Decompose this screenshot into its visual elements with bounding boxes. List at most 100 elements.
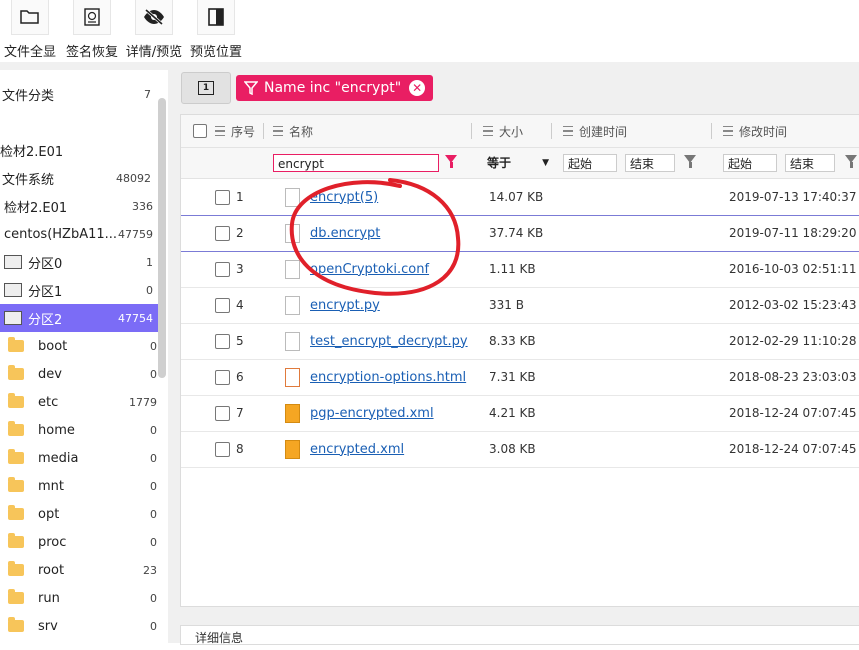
folder-open-icon [11,0,49,35]
sidebar-scrollbar[interactable] [158,98,166,378]
table-row[interactable]: 1 encrypt(5) 14.07 KB 2019-07-13 17:40:37 [181,179,859,216]
row-checkbox-cell[interactable]: 6 [215,359,244,395]
file-link[interactable]: encrypt.py [310,298,380,313]
column-separator[interactable] [263,123,264,139]
header-modified[interactable]: 修改时间 [723,115,787,147]
modified-end-input[interactable]: 结束 [785,154,835,172]
row-checkbox[interactable] [215,261,230,277]
created-end-input[interactable]: 结束 [625,154,675,172]
column-separator[interactable] [711,123,712,139]
row-checkbox[interactable] [215,405,230,421]
row-checkbox-cell[interactable]: 4 [215,287,244,323]
sidebar-item[interactable]: 分区1 0 [0,276,161,304]
header-size[interactable]: 大小 [483,115,523,147]
sidebar-item[interactable]: boot 0 [0,332,165,360]
row-checkbox-cell[interactable]: 8 [215,431,244,467]
signature-restore-button[interactable]: 签名恢复 [62,0,122,60]
table-row[interactable]: 4 encrypt.py 331 B 2012-03-02 15:23:43 [181,287,859,324]
row-size: 331 B [489,298,524,312]
sidebar-item-label: run [38,590,60,606]
sidebar-item-label: srv [38,618,58,634]
row-created: 2016-10-03 02:51:11 [729,262,857,276]
row-checkbox[interactable] [215,441,230,457]
sidebar-item[interactable]: 分区2 47754 [0,304,161,332]
table-row[interactable]: 6 encryption-options.html 7.31 KB 2018-08-2… [181,359,859,396]
name-filter-icon[interactable] [445,155,457,168]
header-index-label: 序号 [231,124,256,139]
modified-start-input[interactable]: 起始 [723,154,777,172]
page-button[interactable]: 1 [181,72,231,104]
folder-icon [8,337,24,352]
preview-position-button[interactable]: 预览位置 [186,0,246,60]
table-row[interactable]: 2 db.encrypt 37.74 KB 2019-07-11 18:29:20 [181,215,859,252]
row-checkbox[interactable] [215,297,230,313]
file-link[interactable]: encryption-options.html [310,370,466,385]
sidebar-item[interactable]: 文件分类 7 [0,80,159,108]
show-all-files-button[interactable]: 文件全显 [0,0,60,60]
file-link[interactable]: pgp-encrypted.xml [310,406,434,421]
sidebar-item[interactable]: 文件系统 48092 [0,164,159,192]
header-name[interactable]: 名称 [273,115,313,147]
sidebar-item[interactable]: proc 0 [0,528,165,556]
created-filter-icon[interactable] [684,155,696,168]
sidebar-item[interactable]: srv 0 [0,612,165,640]
details-panel: 详细信息 [180,625,859,645]
row-checkbox-cell[interactable]: 5 [215,323,244,359]
sidebar-item[interactable]: centos(HZbA11... 47759 [0,220,161,248]
sidebar-item-count: 0 [150,367,157,381]
sidebar-item[interactable]: run 0 [0,584,165,612]
created-start-input[interactable]: 起始 [563,154,617,172]
header-created[interactable]: 创建时间 [563,115,627,147]
file-link[interactable]: test_encrypt_decrypt.py [310,334,468,349]
column-separator[interactable] [551,123,552,139]
file-link[interactable]: db.encrypt [310,226,380,241]
sidebar-item-count: 47759 [118,227,153,241]
row-checkbox[interactable] [215,189,230,205]
row-checkbox[interactable] [215,369,230,385]
size-operator-select[interactable]: 等于 ▼ [483,154,551,172]
size-operator-label: 等于 [487,156,512,170]
file-link[interactable]: encrypt(5) [310,190,378,205]
row-checkbox-cell[interactable]: 1 [215,179,244,215]
detail-preview-button[interactable]: 详情/预览 [124,0,184,60]
file-icon [285,403,300,423]
name-filter-input[interactable]: encrypt [273,154,439,172]
row-checkbox-cell[interactable]: 7 [215,395,244,431]
close-icon[interactable]: ✕ [409,80,426,96]
sidebar-item-count: 1 [146,255,153,269]
table-row[interactable]: 5 test_encrypt_decrypt.py 8.33 KB 2012-02-2… [181,323,859,360]
sidebar-item-label: 分区1 [28,284,63,300]
row-checkbox[interactable] [215,333,230,349]
column-separator[interactable] [471,123,472,139]
sidebar-item[interactable]: mnt 0 [0,472,165,500]
folder-icon [8,533,24,548]
row-name-cell: encrypt.py [285,287,380,323]
row-checkbox-cell[interactable]: 2 [215,215,244,251]
row-checkbox[interactable] [215,225,230,241]
sidebar-item[interactable]: opt 0 [0,500,165,528]
file-link[interactable]: openCryptoki.conf [310,262,429,277]
sidebar-item[interactable]: 检材2.E01 [0,136,157,164]
sidebar-item[interactable]: dev 0 [0,360,165,388]
menu-icon [273,126,283,136]
file-icon [285,223,300,243]
table-row[interactable]: 7 pgp-encrypted.xml 4.21 KB 2018-12-24 07:0… [181,395,859,432]
filter-row: encrypt 等于 ▼ 起始 结束 起始 结束 [181,148,859,179]
sidebar-item[interactable]: home 0 [0,416,165,444]
sidebar-item[interactable]: root 23 [0,556,165,584]
sidebar-item-count: 0 [150,507,157,521]
row-checkbox-cell[interactable]: 3 [215,251,244,287]
table-row[interactable]: 3 openCryptoki.conf 1.11 KB 2016-10-03 02:5… [181,251,859,288]
name-filter-chip[interactable]: Name inc "encrypt" ✕ [236,75,434,101]
table-row[interactable]: 8 encrypted.xml 3.08 KB 2018-12-24 07:07:45 [181,431,859,468]
header-size-label: 大小 [499,124,524,139]
file-link[interactable]: encrypted.xml [310,442,404,457]
sidebar-item[interactable]: media 0 [0,444,165,472]
toolbar: 文件全显 签名恢复 详情/预览 预览位置 [0,0,859,62]
sidebar-item[interactable]: 检材2.E01 336 [0,192,161,220]
sidebar-item[interactable]: 分区0 1 [0,248,161,276]
header-index[interactable]: 序号 [193,115,255,147]
select-all-checkbox[interactable] [193,124,207,138]
sidebar-item[interactable]: etc 1779 [0,388,165,416]
modified-filter-icon[interactable] [845,155,857,168]
